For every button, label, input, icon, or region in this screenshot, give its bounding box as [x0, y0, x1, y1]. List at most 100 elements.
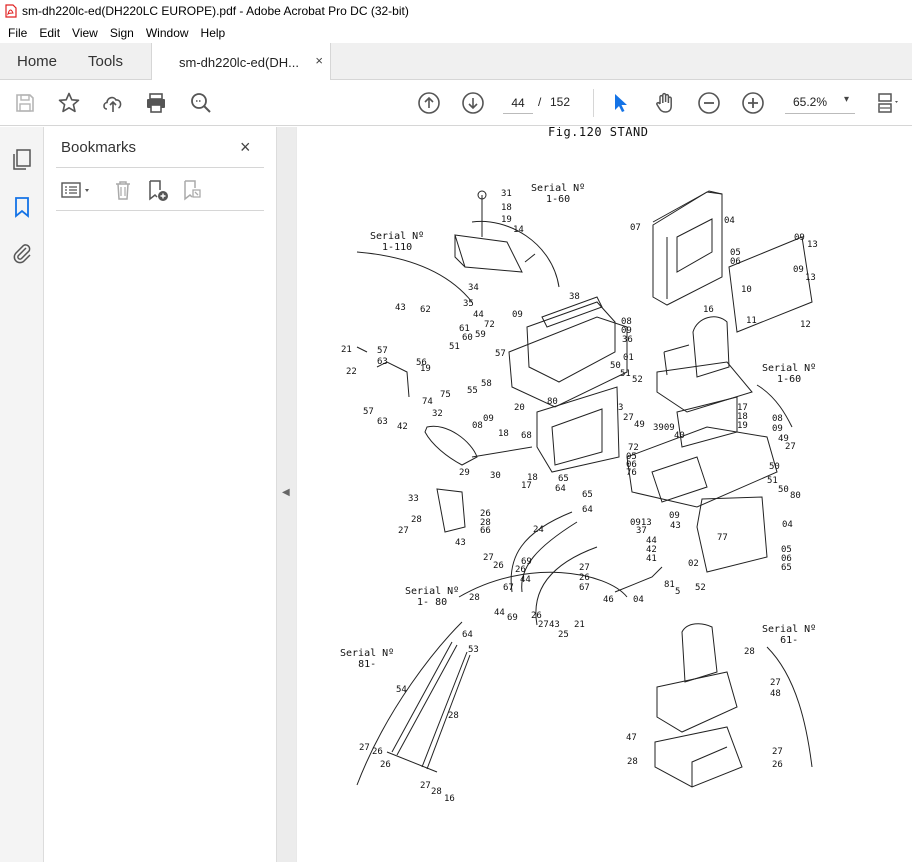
part-number: 24 [533, 525, 544, 535]
part-number: 67 [579, 583, 590, 593]
part-number: 27 [785, 442, 796, 452]
part-number: 43 [455, 538, 466, 548]
part-number: 28 [469, 593, 480, 603]
part-number: 01 [623, 353, 634, 363]
zoom-search-icon[interactable] [189, 91, 213, 115]
part-number: 65 [781, 563, 792, 573]
part-number: 31 [501, 189, 512, 199]
part-number: 11 [746, 316, 757, 326]
tab-document[interactable]: sm-dh220lc-ed(DH... × [151, 43, 331, 80]
part-number: 27 [359, 743, 370, 753]
page-layout-icon[interactable] [876, 91, 900, 115]
page-up-icon[interactable] [417, 91, 441, 115]
page-number-input[interactable] [503, 92, 533, 114]
panel-divider [56, 210, 264, 211]
left-nav-rail [0, 127, 44, 862]
part-number: 28 [744, 647, 755, 657]
pdf-app-icon [5, 4, 17, 18]
main-toolbar: / 152 65.2% ▾ [0, 80, 912, 126]
part-number: 51 [767, 476, 778, 486]
close-icon[interactable]: × [240, 137, 251, 158]
part-number: 72 [484, 320, 495, 330]
part-number: 47 [626, 733, 637, 743]
serial-label: Serial Nº 81- [340, 648, 395, 670]
zoom-value: 65.2% [793, 95, 828, 109]
part-number: 09 [793, 265, 804, 275]
part-number: 44 [494, 608, 505, 618]
part-number: 60 [462, 333, 473, 343]
part-number: 50 [778, 485, 789, 495]
menu-edit[interactable]: Edit [33, 26, 66, 40]
zoom-in-icon[interactable] [741, 91, 765, 115]
tab-document-label: sm-dh220lc-ed(DH... [179, 55, 299, 70]
page-separator: / [538, 95, 542, 109]
part-number: 13 [805, 273, 816, 283]
part-number: 62 [420, 305, 431, 315]
zoom-dropdown[interactable]: 65.2% ▾ [785, 92, 855, 114]
part-number: 51 [449, 342, 460, 352]
part-number: 26 [772, 760, 783, 770]
page-down-icon[interactable] [461, 91, 485, 115]
part-number: 27 [420, 781, 431, 791]
part-number: 34 [468, 283, 479, 293]
page-thumbnails-icon[interactable] [10, 147, 34, 171]
menu-view[interactable]: View [66, 26, 104, 40]
part-number: 50 [769, 462, 780, 472]
collapse-arrow-icon[interactable]: ◀ [282, 487, 290, 498]
part-number: 64 [462, 630, 473, 640]
part-number: 65 [558, 474, 569, 484]
pdf-page: Fig.120 STAND Serial Nº 1-60 Serial Nº 1… [297, 127, 912, 862]
new-bookmark-icon[interactable] [145, 178, 169, 202]
bookmarks-title: Bookmarks [61, 139, 137, 156]
part-number: 28 [627, 757, 638, 767]
part-number: 18 [498, 429, 509, 439]
save-icon[interactable] [13, 91, 37, 115]
part-number: 44 [520, 575, 531, 585]
hand-icon[interactable] [653, 91, 677, 115]
serial-label: Serial Nº 1- 80 [405, 586, 460, 608]
part-number: 26 [372, 747, 383, 757]
part-number: 26 [380, 760, 391, 770]
part-number: 80 [547, 397, 558, 407]
menu-sign[interactable]: Sign [104, 26, 140, 40]
part-number: 08 [472, 421, 483, 431]
menu-help[interactable]: Help [195, 26, 232, 40]
bookmark-from-tag-icon[interactable] [180, 178, 204, 202]
chevron-down-icon: ▾ [843, 94, 849, 105]
part-number: 19 [501, 215, 512, 225]
part-number: 33 [408, 494, 419, 504]
part-number: 20 [514, 403, 525, 413]
part-number: 77 [717, 533, 728, 543]
part-number: 53 [468, 645, 479, 655]
part-number: 02 [688, 559, 699, 569]
select-cursor-icon[interactable] [608, 91, 632, 115]
menu-window[interactable]: Window [140, 26, 195, 40]
zoom-out-icon[interactable] [697, 91, 721, 115]
delete-bookmark-icon[interactable] [111, 178, 135, 202]
bookmark-icon[interactable] [10, 195, 34, 219]
upload-icon[interactable] [101, 91, 125, 115]
bookmark-options-icon[interactable] [60, 178, 96, 202]
serial-label: Serial Nº 1-60 [762, 363, 817, 385]
menu-file[interactable]: File [0, 26, 33, 40]
part-number: 36 [622, 335, 633, 345]
menu-bar: File Edit View Sign Window Help [0, 22, 912, 43]
toolbar-divider [593, 89, 594, 117]
part-number: 67 [503, 583, 514, 593]
part-number: 18 [527, 473, 538, 483]
page-total: 152 [550, 95, 571, 109]
tab-home[interactable]: Home [17, 53, 57, 70]
part-number: 43 [395, 303, 406, 313]
document-viewport[interactable]: Fig.120 STAND Serial Nº 1-60 Serial Nº 1… [296, 127, 912, 862]
part-number: 38 [569, 292, 580, 302]
part-number: 28 [431, 787, 442, 797]
tab-close-icon[interactable]: × [315, 53, 323, 68]
print-icon[interactable] [144, 91, 168, 115]
tab-tools[interactable]: Tools [88, 53, 123, 70]
part-number: 32 [432, 409, 443, 419]
part-number: 27 [538, 620, 549, 630]
panel-collapse-gutter[interactable]: ◀ [277, 127, 296, 862]
star-icon[interactable] [57, 91, 81, 115]
part-number: 81 [664, 580, 675, 590]
attachment-icon[interactable] [10, 241, 34, 265]
